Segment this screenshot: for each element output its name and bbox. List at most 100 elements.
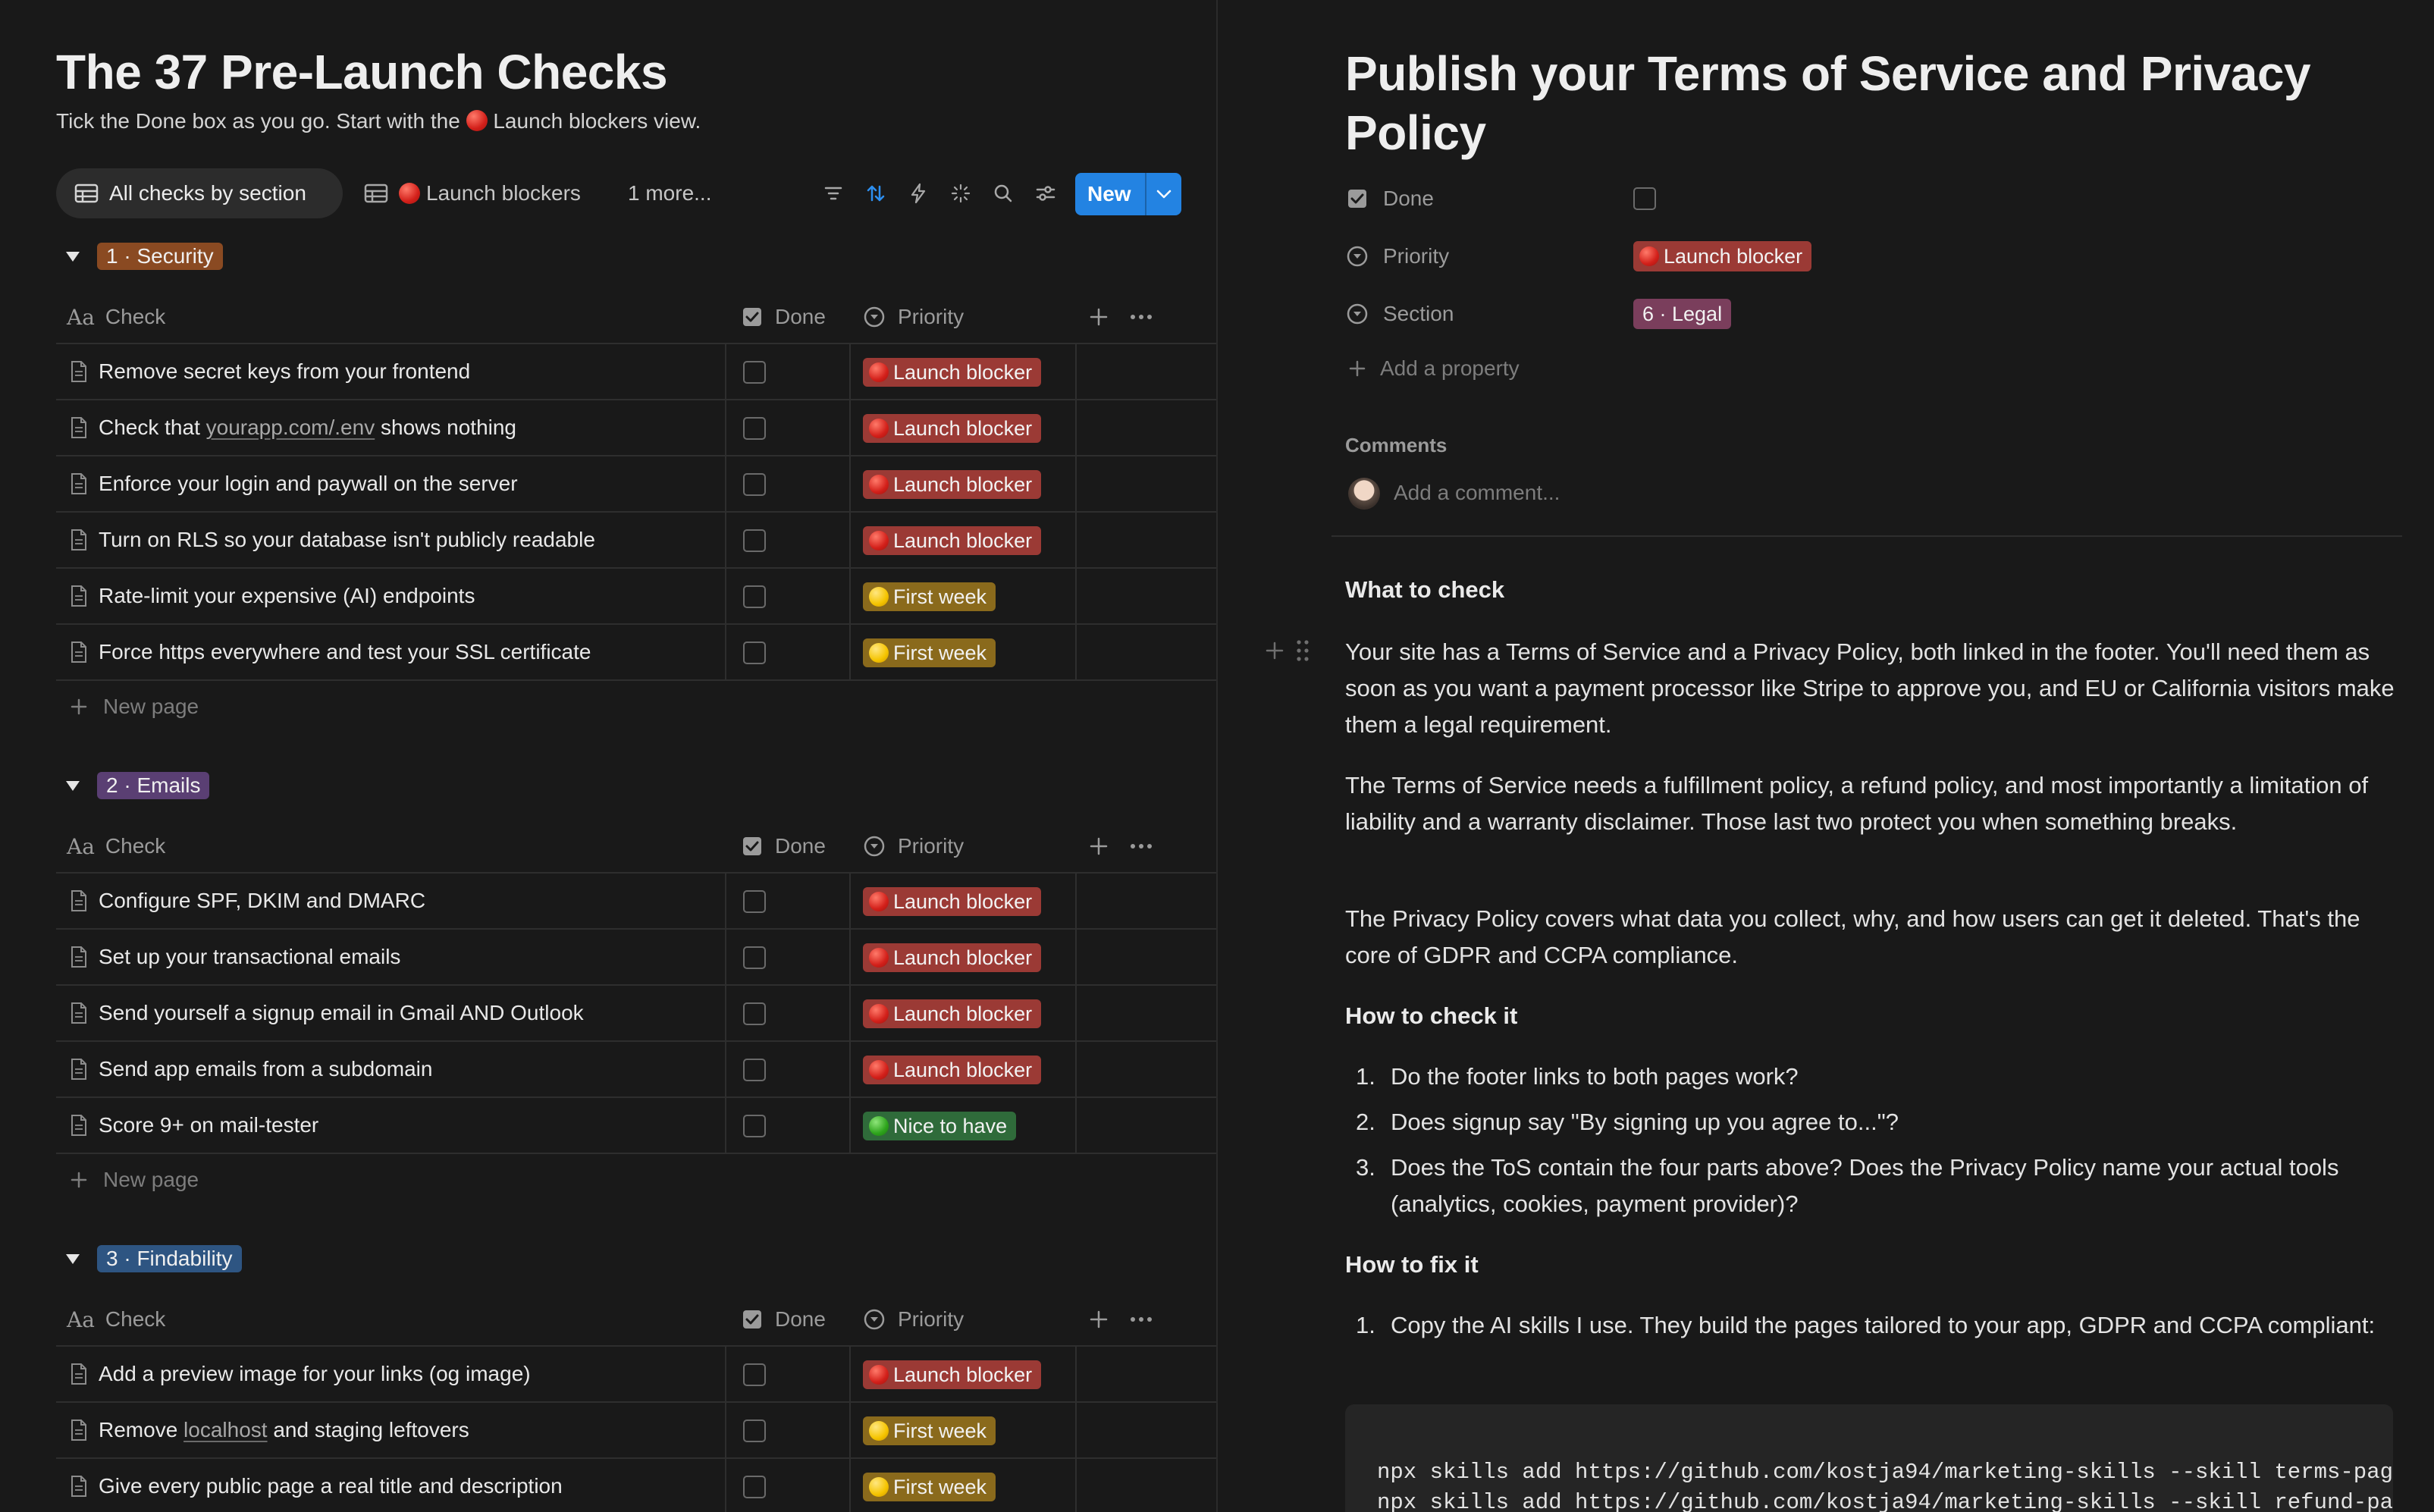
priority-cell[interactable]: Launch blocker	[852, 930, 1077, 984]
group-header[interactable]: 3 · Findability	[56, 1242, 242, 1275]
inline-link[interactable]: yourapp.com/.env	[206, 416, 375, 439]
more-options-icon[interactable]	[1130, 819, 1153, 874]
table-row[interactable]: Add a preview image for your links (og i…	[56, 1347, 1216, 1403]
done-checkbox[interactable]	[743, 1115, 766, 1137]
priority-cell[interactable]: Launch blocker	[852, 456, 1077, 511]
priority-cell[interactable]: Launch blocker	[852, 986, 1077, 1040]
add-property-button[interactable]: Add a property	[1348, 356, 1520, 381]
drag-handle-icon[interactable]	[1295, 638, 1310, 663]
table-row[interactable]: Configure SPF, DKIM and DMARC Launch blo…	[56, 874, 1216, 930]
column-done[interactable]: Done	[742, 290, 826, 344]
row-title-cell[interactable]: Set up your transactional emails	[56, 930, 726, 984]
priority-cell[interactable]: First week	[852, 625, 1077, 679]
row-title-cell[interactable]: Give every public page a real title and …	[56, 1459, 726, 1512]
table-row[interactable]: Give every public page a real title and …	[56, 1459, 1216, 1512]
done-checkbox[interactable]	[743, 1002, 766, 1025]
property-name[interactable]: Priority	[1383, 244, 1633, 268]
group-header[interactable]: 2 · Emails	[56, 769, 210, 802]
column-done[interactable]: Done	[742, 819, 826, 874]
done-checkbox[interactable]	[1633, 187, 1656, 210]
view-settings-icon[interactable]	[1031, 179, 1060, 208]
done-checkbox[interactable]	[743, 529, 766, 552]
table-row[interactable]: Send yourself a signup email in Gmail AN…	[56, 986, 1216, 1042]
row-title-cell[interactable]: Check that yourapp.com/.env shows nothin…	[56, 400, 726, 455]
tab-launch-blockers[interactable]: Launch blockers	[364, 168, 581, 218]
table-row[interactable]: Send app emails from a subdomain Launch …	[56, 1042, 1216, 1098]
caret-down-icon[interactable]	[64, 776, 82, 795]
row-title-cell[interactable]: Send yourself a signup email in Gmail AN…	[56, 986, 726, 1040]
row-title-cell[interactable]: Remove secret keys from your frontend	[56, 344, 726, 399]
row-title-cell[interactable]: Force https everywhere and test your SSL…	[56, 625, 726, 679]
priority-cell[interactable]: Nice to have	[852, 1098, 1077, 1153]
row-title-cell[interactable]: Rate-limit your expensive (AI) endpoints	[56, 569, 726, 623]
priority-cell[interactable]: Launch blocker	[852, 874, 1077, 928]
done-checkbox[interactable]	[743, 1059, 766, 1081]
table-row[interactable]: Enforce your login and paywall on the se…	[56, 456, 1216, 513]
more-options-icon[interactable]	[1130, 290, 1153, 344]
priority-cell[interactable]: Launch blocker	[852, 1042, 1077, 1096]
row-title-cell[interactable]: Add a preview image for your links (og i…	[56, 1347, 726, 1401]
group-header[interactable]: 1 · Security	[56, 240, 223, 273]
ai-sparkle-icon[interactable]	[946, 179, 975, 208]
automation-bolt-icon[interactable]	[904, 179, 933, 208]
priority-cell[interactable]: Launch blocker	[852, 513, 1077, 567]
tab-all-checks[interactable]: All checks by section	[56, 168, 343, 218]
row-title-cell[interactable]: Remove localhost and staging leftovers	[56, 1403, 726, 1457]
done-checkbox[interactable]	[743, 946, 766, 969]
column-check[interactable]: Aa Check	[67, 819, 165, 874]
done-checkbox[interactable]	[743, 1419, 766, 1442]
property-value[interactable]	[1633, 177, 1656, 220]
column-done[interactable]: Done	[742, 1292, 826, 1347]
done-checkbox[interactable]	[743, 473, 766, 496]
new-button[interactable]: New	[1075, 173, 1181, 215]
table-row[interactable]: Remove localhost and staging leftovers F…	[56, 1403, 1216, 1459]
done-checkbox[interactable]	[743, 1363, 766, 1386]
column-check[interactable]: Aa Check	[67, 1292, 165, 1347]
priority-cell[interactable]: First week	[852, 1459, 1077, 1512]
priority-cell[interactable]: First week	[852, 569, 1077, 623]
new-page-button[interactable]: New page	[70, 692, 199, 722]
row-title-cell[interactable]: Configure SPF, DKIM and DMARC	[56, 874, 726, 928]
row-title-cell[interactable]: Enforce your login and paywall on the se…	[56, 456, 726, 511]
row-title-cell[interactable]: Turn on RLS so your database isn't publi…	[56, 513, 726, 567]
property-value[interactable]: 6 · Legal	[1633, 293, 1732, 335]
table-row[interactable]: Set up your transactional emails Launch …	[56, 930, 1216, 986]
chevron-down-icon[interactable]	[1146, 173, 1181, 215]
priority-cell[interactable]: Launch blocker	[852, 344, 1077, 399]
add-column-icon[interactable]	[1089, 290, 1109, 344]
filter-icon[interactable]	[819, 179, 848, 208]
more-options-icon[interactable]	[1130, 1292, 1153, 1347]
table-row[interactable]: Force https everywhere and test your SSL…	[56, 625, 1216, 681]
property-name[interactable]: Done	[1383, 187, 1633, 211]
caret-down-icon[interactable]	[64, 247, 82, 265]
priority-cell[interactable]: First week	[852, 1403, 1077, 1457]
add-column-icon[interactable]	[1089, 819, 1109, 874]
new-page-button[interactable]: New page	[70, 1165, 199, 1195]
sort-icon[interactable]	[861, 179, 890, 208]
tab-more-views[interactable]: 1 more...	[628, 168, 711, 218]
priority-cell[interactable]: Launch blocker	[852, 400, 1077, 455]
done-checkbox[interactable]	[743, 890, 766, 913]
property-name[interactable]: Section	[1383, 302, 1633, 326]
table-row[interactable]: Remove secret keys from your frontend La…	[56, 344, 1216, 400]
property-value[interactable]: Launch blocker	[1633, 235, 1812, 278]
code-block[interactable]: npx skills add https://github.com/kostja…	[1345, 1404, 2393, 1512]
table-row[interactable]: Check that yourapp.com/.env shows nothin…	[56, 400, 1216, 456]
column-priority[interactable]: Priority	[863, 1292, 964, 1347]
table-row[interactable]: Rate-limit your expensive (AI) endpoints…	[56, 569, 1216, 625]
plus-icon[interactable]	[1265, 641, 1284, 660]
row-title-cell[interactable]: Send app emails from a subdomain	[56, 1042, 726, 1096]
caret-down-icon[interactable]	[64, 1250, 82, 1268]
done-checkbox[interactable]	[743, 361, 766, 384]
row-title-cell[interactable]: Score 9+ on mail-tester	[56, 1098, 726, 1153]
column-priority[interactable]: Priority	[863, 290, 964, 344]
column-priority[interactable]: Priority	[863, 819, 964, 874]
done-checkbox[interactable]	[743, 642, 766, 664]
add-column-icon[interactable]	[1089, 1292, 1109, 1347]
done-checkbox[interactable]	[743, 585, 766, 608]
priority-cell[interactable]: Launch blocker	[852, 1347, 1077, 1401]
column-check[interactable]: Aa Check	[67, 290, 165, 344]
search-icon[interactable]	[989, 179, 1018, 208]
done-checkbox[interactable]	[743, 417, 766, 440]
page-title[interactable]: Publish your Terms of Service and Privac…	[1345, 44, 2392, 162]
